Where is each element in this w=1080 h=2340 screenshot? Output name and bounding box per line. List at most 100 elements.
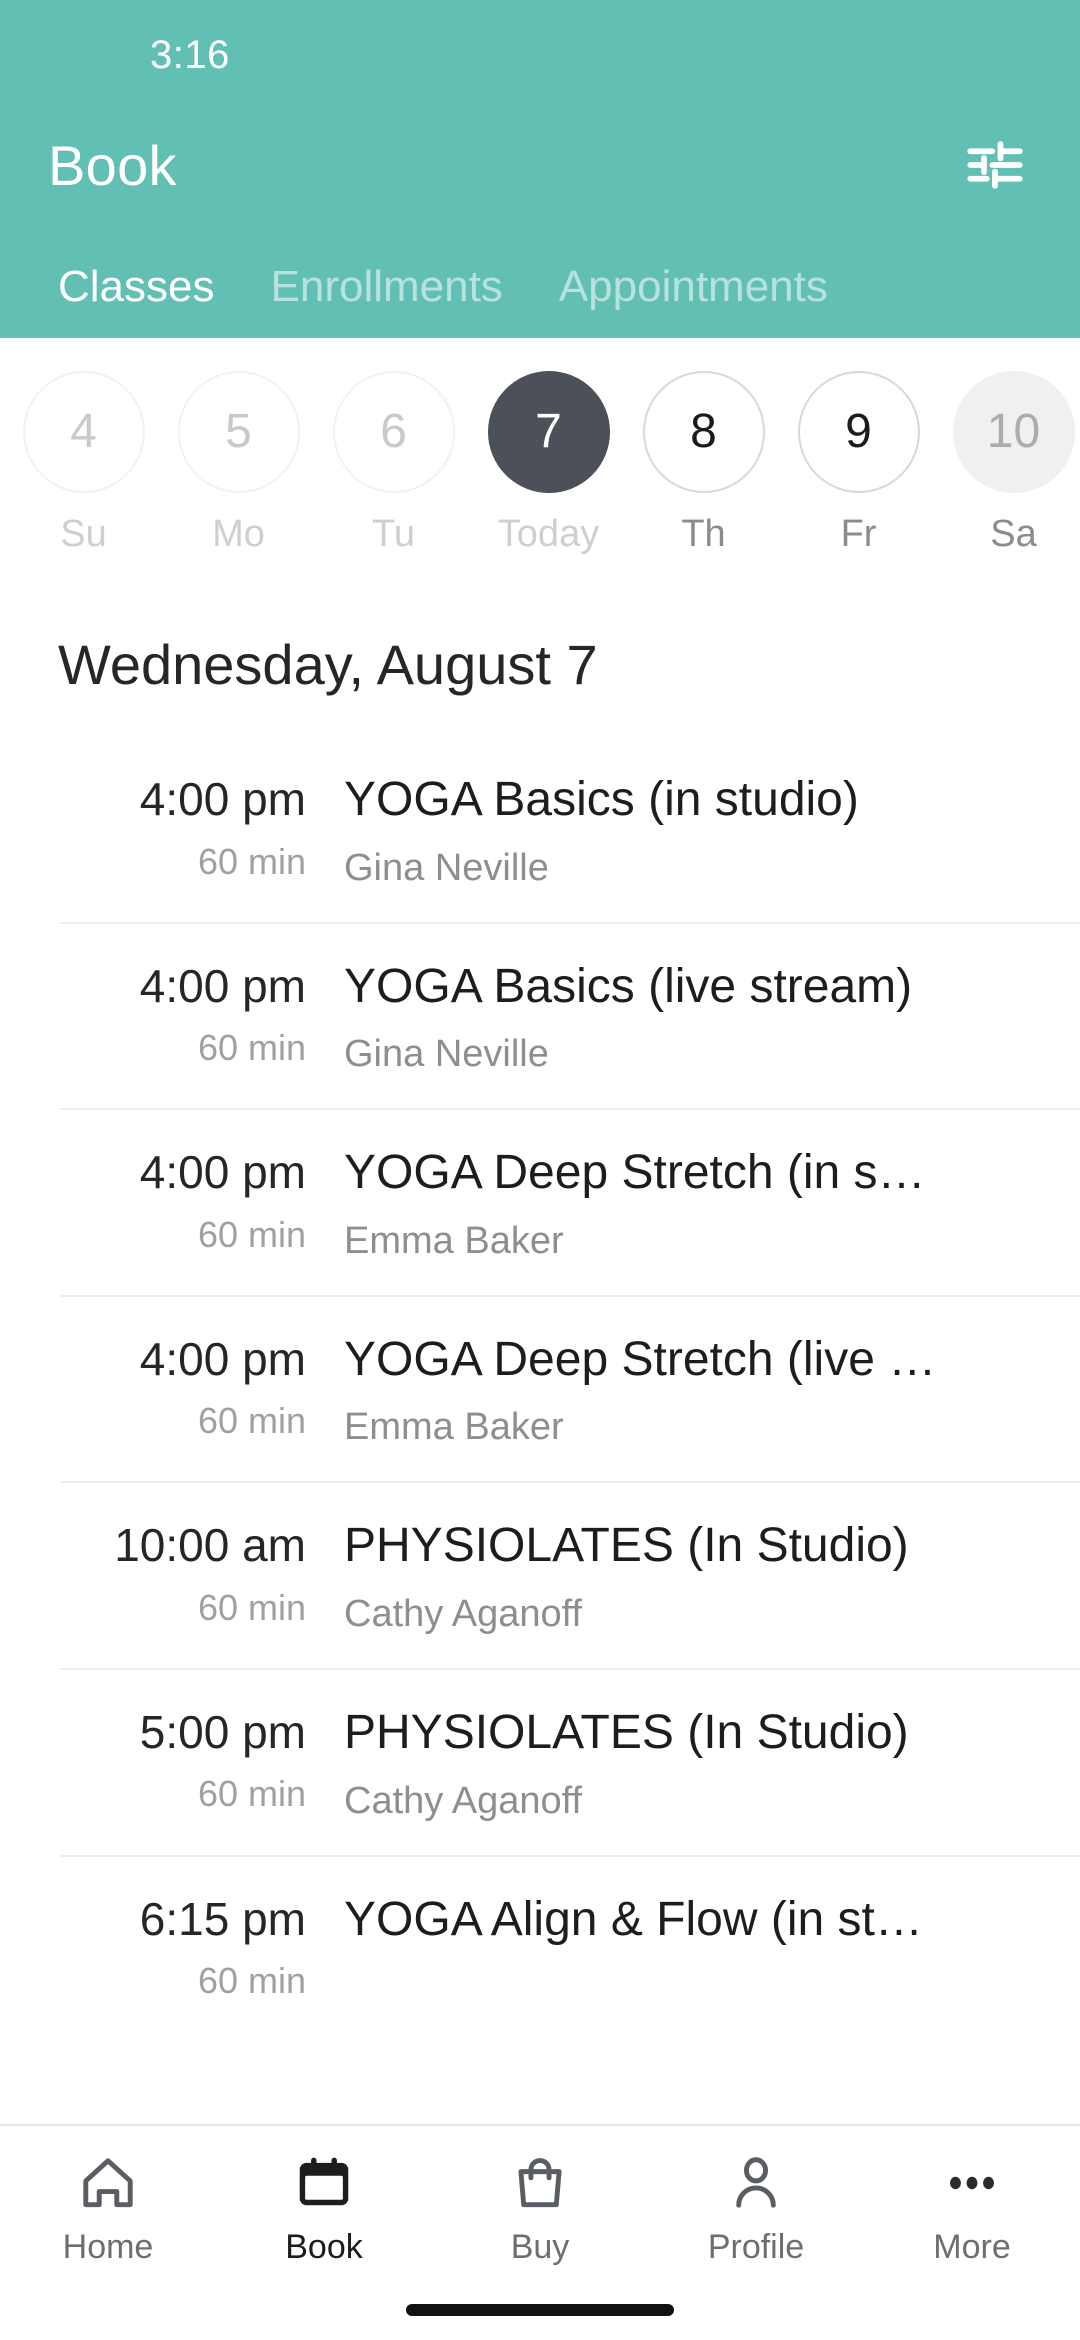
class-time: 4:00 pm	[139, 1146, 306, 1199]
person-icon	[725, 2152, 787, 2214]
class-time-column: 10:00 am 60 min	[60, 1517, 340, 1629]
tab-enrollments[interactable]: Enrollments	[243, 262, 531, 312]
date-number: 4	[22, 370, 145, 493]
class-info-column: YOGA Deep Stretch (live … Emma Baker	[340, 1331, 1040, 1450]
class-row[interactable]: 4:00 pm 60 min YOGA Basics (in studio) G…	[60, 737, 1080, 922]
class-duration: 60 min	[197, 1960, 306, 2002]
date-selector[interactable]: 4 Su 5 Mo 6 Tu 7 Today 8 Th 9 Fr 10 Sa	[0, 338, 1080, 588]
class-time: 6:15 pm	[139, 1892, 306, 1945]
bag-icon	[509, 2152, 571, 2214]
class-duration: 60 min	[197, 840, 306, 882]
nav-label-home: Home	[62, 2228, 154, 2266]
class-row[interactable]: 5:00 pm 60 min PHYSIOLATES (In Studio) C…	[60, 1667, 1080, 1855]
class-time: 4:00 pm	[139, 773, 306, 825]
date-day-label: Th	[681, 512, 726, 555]
class-time-column: 4:00 pm 60 min	[60, 958, 340, 1070]
date-day-label: Today	[497, 512, 600, 555]
class-instructor: Cathy Aganoff	[344, 1779, 583, 1822]
date-number: 7	[487, 370, 610, 493]
class-info-column: PHYSIOLATES (In Studio) Cathy Aganoff	[340, 1517, 1040, 1636]
tab-appointments[interactable]: Appointments	[531, 262, 856, 312]
selected-date-heading: Wednesday, August 7	[58, 633, 598, 696]
date-day-label: Tu	[372, 512, 415, 555]
date-chip-6[interactable]: 6 Tu	[316, 370, 471, 556]
date-day-label: Fr	[840, 512, 877, 555]
date-chip-9[interactable]: 9 Fr	[781, 370, 936, 556]
class-row[interactable]: 4:00 pm 60 min YOGA Deep Stretch (live ……	[60, 1294, 1080, 1482]
date-number: 8	[642, 370, 765, 493]
class-instructor: Cathy Aganoff	[344, 1592, 583, 1635]
class-instructor: Emma Baker	[344, 1406, 564, 1449]
tab-classes[interactable]: Classes	[30, 262, 243, 312]
nav-item-profile[interactable]: Profile	[648, 2152, 864, 2267]
class-duration: 60 min	[197, 1586, 306, 1628]
date-day-label: Sa	[990, 512, 1037, 555]
class-time-column: 4:00 pm 60 min	[60, 1331, 340, 1443]
date-day-label: Mo	[212, 512, 265, 555]
app-bar: Book	[0, 110, 1080, 220]
status-bar: 3:16	[0, 0, 1080, 110]
class-time-column: 5:00 pm 60 min	[60, 1704, 340, 1816]
class-row[interactable]: 4:00 pm 60 min YOGA Deep Stretch (in s… …	[60, 1108, 1080, 1295]
class-instructor: Emma Baker	[344, 1219, 564, 1262]
date-chip-4[interactable]: 4 Su	[6, 370, 161, 556]
class-duration: 60 min	[197, 1400, 306, 1442]
class-time: 5:00 pm	[139, 1705, 306, 1758]
date-number: 9	[797, 370, 920, 493]
date-number: 5	[177, 370, 300, 493]
date-chip-8[interactable]: 8 Th	[626, 370, 781, 556]
class-info-column: YOGA Basics (live stream) Gina Neville	[340, 958, 1040, 1077]
page-title: Book	[48, 133, 177, 197]
date-number: 10	[952, 370, 1075, 493]
class-time: 10:00 am	[114, 1519, 306, 1572]
class-duration: 60 min	[197, 1027, 306, 1069]
nav-item-book[interactable]: Book	[216, 2152, 432, 2267]
class-title: YOGA Align & Flow (in st…	[344, 1892, 923, 1946]
date-day-label: Su	[60, 512, 107, 555]
class-list[interactable]: 4:00 pm 60 min YOGA Basics (in studio) G…	[0, 737, 1080, 2340]
date-chip-10[interactable]: 10 Sa	[936, 370, 1080, 556]
bottom-navigation: Home Book Buy Profile More	[0, 2124, 1080, 2340]
tab-bar: Classes Enrollments Appointments	[0, 220, 1080, 338]
class-title: YOGA Deep Stretch (in s…	[344, 1146, 926, 1200]
class-info-column: YOGA Basics (in studio) Gina Neville	[340, 771, 1040, 890]
class-title: YOGA Basics (in studio)	[344, 773, 859, 826]
class-info-column: PHYSIOLATES (In Studio) Cathy Aganoff	[340, 1704, 1040, 1823]
class-info-column: YOGA Deep Stretch (in s… Emma Baker	[340, 1144, 1040, 1263]
class-time: 4:00 pm	[139, 1332, 306, 1385]
home-indicator[interactable]	[406, 2304, 674, 2316]
date-number: 6	[332, 370, 455, 493]
calendar-icon	[293, 2152, 355, 2214]
nav-label-buy: Buy	[510, 2228, 570, 2266]
date-chip-7-today[interactable]: 7 Today	[471, 370, 626, 556]
nav-item-buy[interactable]: Buy	[432, 2152, 648, 2267]
class-time-column: 4:00 pm 60 min	[60, 771, 340, 883]
class-row[interactable]: 10:00 am 60 min PHYSIOLATES (In Studio) …	[60, 1481, 1080, 1668]
class-title: PHYSIOLATES (In Studio)	[344, 1519, 909, 1573]
nav-label-book: Book	[285, 2228, 363, 2266]
home-icon	[77, 2152, 139, 2214]
class-instructor: Gina Neville	[344, 1033, 549, 1076]
class-row[interactable]: 4:00 pm 60 min YOGA Basics (live stream)…	[60, 921, 1080, 1109]
date-chip-5[interactable]: 5 Mo	[161, 370, 316, 556]
nav-label-more: More	[933, 2228, 1011, 2266]
class-title: YOGA Deep Stretch (live …	[344, 1332, 937, 1386]
app-screen: 3:16 Book Classes Enrollments Appointmen…	[0, 0, 1080, 2340]
class-time: 4:00 pm	[139, 959, 306, 1012]
class-instructor: Gina Neville	[344, 846, 549, 889]
nav-label-profile: Profile	[707, 2228, 805, 2266]
class-title: PHYSIOLATES (In Studio)	[344, 1705, 909, 1759]
class-time-column: 6:15 pm 60 min	[60, 1891, 340, 2003]
class-duration: 60 min	[197, 1773, 306, 1815]
nav-item-home[interactable]: Home	[0, 2152, 216, 2267]
status-time: 3:16	[150, 32, 230, 77]
class-info-column: YOGA Align & Flow (in st…	[340, 1891, 1040, 1967]
dots-icon	[941, 2152, 1003, 2214]
class-title: YOGA Basics (live stream)	[344, 959, 913, 1013]
class-row[interactable]: 6:15 pm 60 min YOGA Align & Flow (in st…	[60, 1854, 1080, 2035]
tune-filter-icon[interactable]	[962, 132, 1028, 198]
app-header: 3:16 Book Classes Enrollments Appointmen…	[0, 0, 1080, 338]
class-duration: 60 min	[197, 1213, 306, 1255]
nav-item-more[interactable]: More	[864, 2152, 1080, 2267]
class-time-column: 4:00 pm 60 min	[60, 1144, 340, 1256]
